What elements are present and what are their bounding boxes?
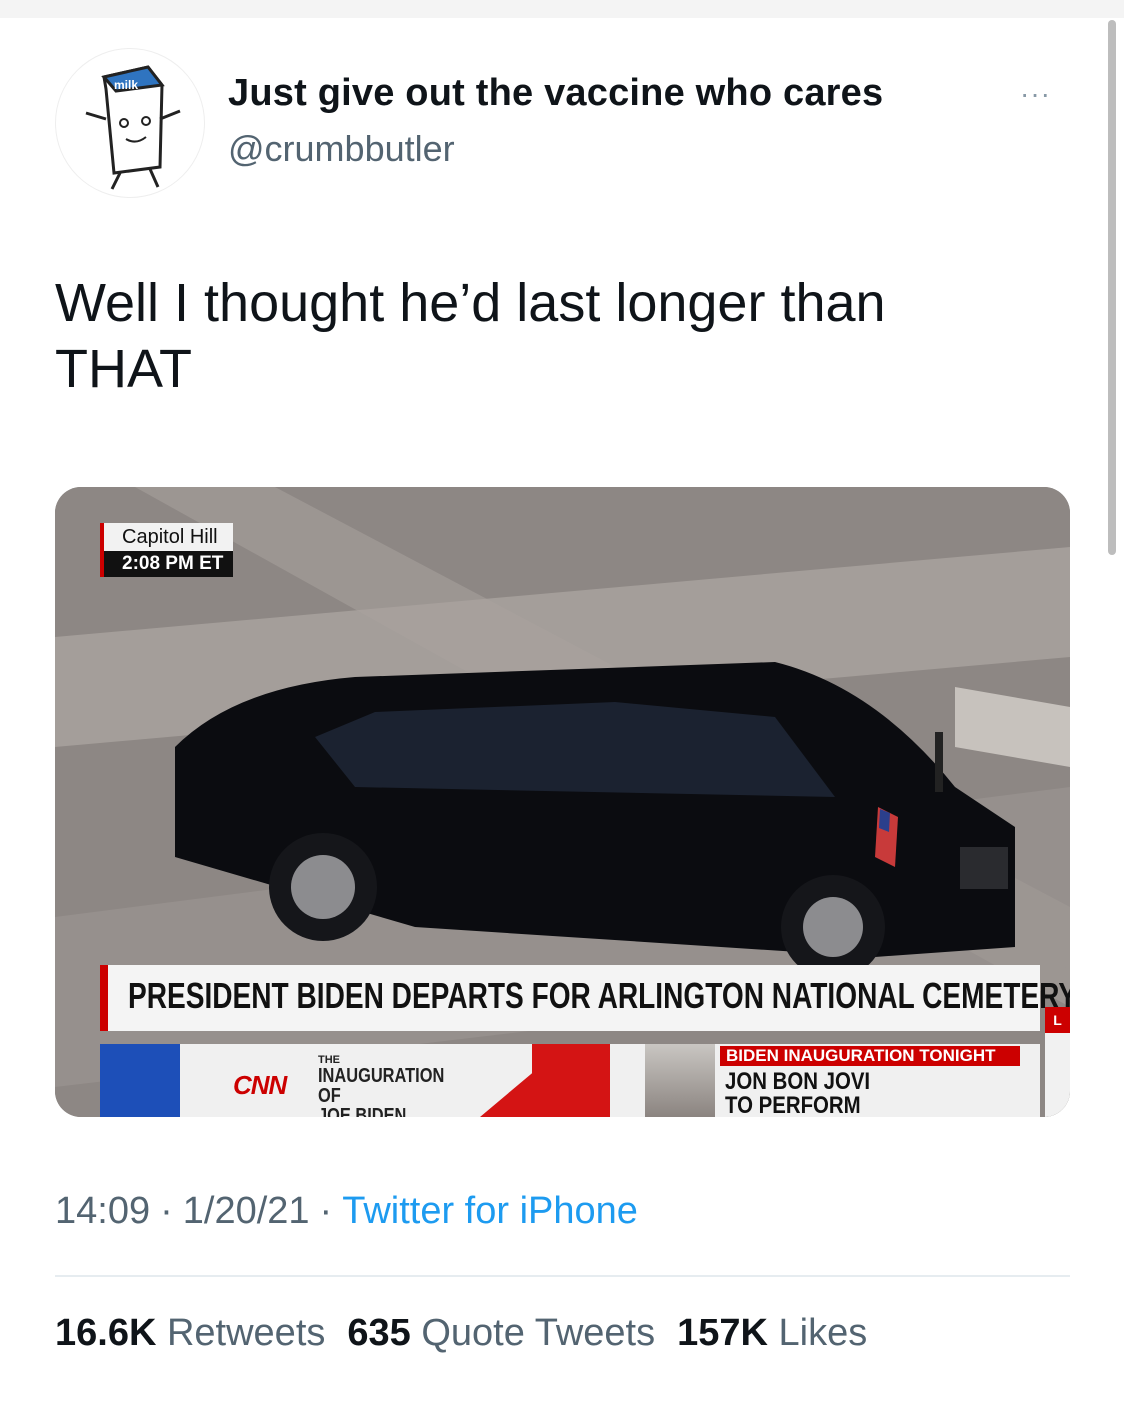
user-handle[interactable]: @crumbbutler: [228, 128, 455, 170]
engagement-stats: 16.6K Retweets 635 Quote Tweets 157K Likes: [55, 1312, 867, 1355]
quote-tweets-count: 635: [347, 1312, 411, 1354]
retweets-stat[interactable]: 16.6K Retweets: [55, 1312, 325, 1354]
tweet-metadata: 14:09 · 1/20/21 · Twitter for iPhone: [55, 1190, 638, 1232]
likes-label: Likes: [778, 1312, 868, 1354]
ticker-edge-letter: L: [1045, 1007, 1070, 1033]
location-label: Capitol Hill: [122, 526, 218, 548]
tweet-media-image[interactable]: Capitol Hill 2:08 PM ET PRESIDENT BIDEN …: [55, 487, 1070, 1117]
program-title: INAUGURATION OF JOE BIDEN: [318, 1065, 445, 1117]
retweets-label: Retweets: [166, 1312, 326, 1354]
status-strip: [0, 0, 1124, 18]
performer-photo: [645, 1044, 715, 1117]
ticker-red-graphic: [480, 1044, 610, 1117]
quote-tweets-stat[interactable]: 635 Quote Tweets: [347, 1312, 655, 1354]
time-label: 2:08 PM ET: [104, 551, 234, 577]
retweets-count: 16.6K: [55, 1312, 157, 1354]
svg-text:milk: milk: [114, 78, 138, 92]
location-bug: Capitol Hill 2:08 PM ET: [100, 523, 234, 577]
divider: [55, 1275, 1070, 1277]
headline-text: PRESIDENT BIDEN DEPARTS FOR ARLINGTON NA…: [128, 975, 1070, 1016]
promo-text: JON BON JOVI TO PERFORM: [725, 1068, 871, 1118]
scrollbar[interactable]: [1108, 20, 1116, 555]
tweet-text: Well I thought he’d last longer than THA…: [55, 273, 886, 399]
cnn-logo-icon: CNN: [233, 1070, 287, 1100]
tweet-source-link[interactable]: Twitter for iPhone: [342, 1190, 638, 1232]
milk-carton-avatar-icon: milk: [85, 65, 181, 190]
flag-graphic: [100, 1044, 180, 1117]
promo-header: BIDEN INAUGURATION TONIGHT: [720, 1046, 1020, 1066]
news-ticker: CNN THE INAUGURATION OF JOE BIDEN BIDEN …: [100, 1044, 1040, 1117]
display-name[interactable]: Just give out the vaccine who cares: [228, 72, 883, 115]
more-options-icon[interactable]: ···: [1020, 78, 1051, 110]
likes-count: 157K: [677, 1312, 768, 1354]
quote-tweets-label: Quote Tweets: [421, 1312, 656, 1354]
likes-stat[interactable]: 157K Likes: [677, 1312, 867, 1354]
avatar[interactable]: milk: [55, 48, 205, 198]
tweet-date[interactable]: 1/20/21: [183, 1190, 310, 1232]
tweet-time[interactable]: 14:09: [55, 1190, 150, 1232]
news-headline-banner: PRESIDENT BIDEN DEPARTS FOR ARLINGTON NA…: [100, 965, 1070, 1031]
